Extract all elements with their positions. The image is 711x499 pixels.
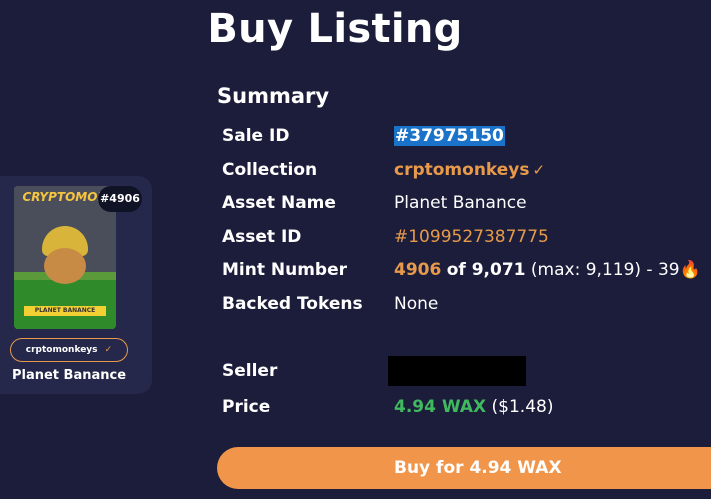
- backed-tokens-label: Backed Tokens: [222, 294, 363, 314]
- collection-label: Collection: [222, 160, 318, 180]
- price-label: Price: [222, 397, 271, 417]
- verified-check-icon: ✓: [104, 345, 113, 355]
- price-usd: ($1.48): [491, 397, 554, 417]
- mint-number-value: 4906 of 9,071 (max: 9,119) - 39🔥: [394, 260, 701, 280]
- asset-id-link[interactable]: #1099527387775: [394, 227, 549, 247]
- page-title: Buy Listing: [207, 6, 463, 52]
- verified-check-icon: ✓: [532, 161, 546, 179]
- backed-tokens-value: None: [394, 294, 439, 314]
- asset-name-value: Planet Banance: [394, 193, 527, 213]
- seller-redacted: [388, 356, 526, 386]
- card-banner: PLANET BANANCE: [24, 306, 106, 316]
- asset-name-label: Asset Name: [222, 193, 336, 213]
- card-collection-pill[interactable]: crptomonkeys ✓: [10, 338, 128, 362]
- mint-number: 4906: [394, 260, 442, 280]
- sale-id-label: Sale ID: [222, 126, 290, 146]
- card-name: Planet Banance: [11, 368, 127, 383]
- summary-title: Summary: [217, 84, 330, 108]
- mint-max: (max: 9,119) - 39: [530, 260, 680, 280]
- mint-supply: of 9,071: [446, 260, 526, 280]
- sale-id-value[interactable]: #37975150: [394, 126, 505, 146]
- mint-number-label: Mint Number: [222, 260, 348, 280]
- monkey-face: [44, 248, 86, 284]
- asset-id-label: Asset ID: [222, 227, 302, 247]
- card-collection-label: crptomonkeys: [25, 345, 98, 355]
- collection-link[interactable]: crptomonkeys: [394, 160, 530, 180]
- buy-button[interactable]: Buy for 4.94 WAX: [217, 447, 711, 489]
- fire-icon: 🔥: [679, 260, 701, 280]
- price-wax: 4.94 WAX: [394, 397, 487, 417]
- seller-label: Seller: [222, 361, 278, 381]
- mint-badge: #4906: [98, 186, 142, 212]
